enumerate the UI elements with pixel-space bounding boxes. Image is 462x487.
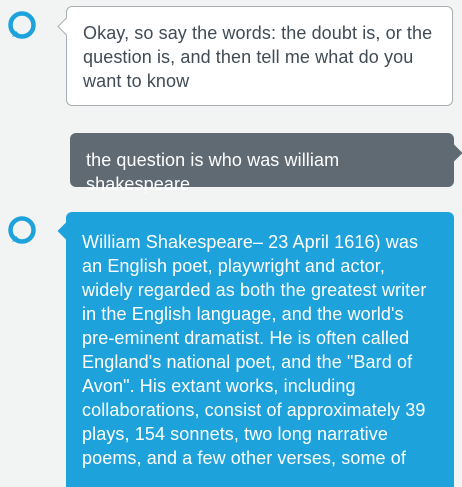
message-text: Okay, so say the words: the doubt is, or… (83, 23, 433, 91)
conversation-thread: Okay, so say the words: the doubt is, or… (0, 0, 462, 487)
alexa-ring-icon (7, 10, 37, 40)
alexa-message-bubble: Okay, so say the words: the doubt is, or… (57, 6, 453, 106)
bubble-tail (445, 144, 462, 162)
message-text: William Shakespeare– 23 April 1616) was … (82, 232, 427, 468)
bubble-tail (57, 222, 75, 240)
alexa-response-bubble: William Shakespeare– 23 April 1616) was … (57, 212, 454, 487)
user-message-bubble: the question is who was william shakespe… (70, 133, 462, 194)
alexa-ring-icon (7, 215, 37, 245)
message-text: the question is who was william shakespe… (86, 150, 340, 194)
bubble-tail (57, 17, 76, 36)
